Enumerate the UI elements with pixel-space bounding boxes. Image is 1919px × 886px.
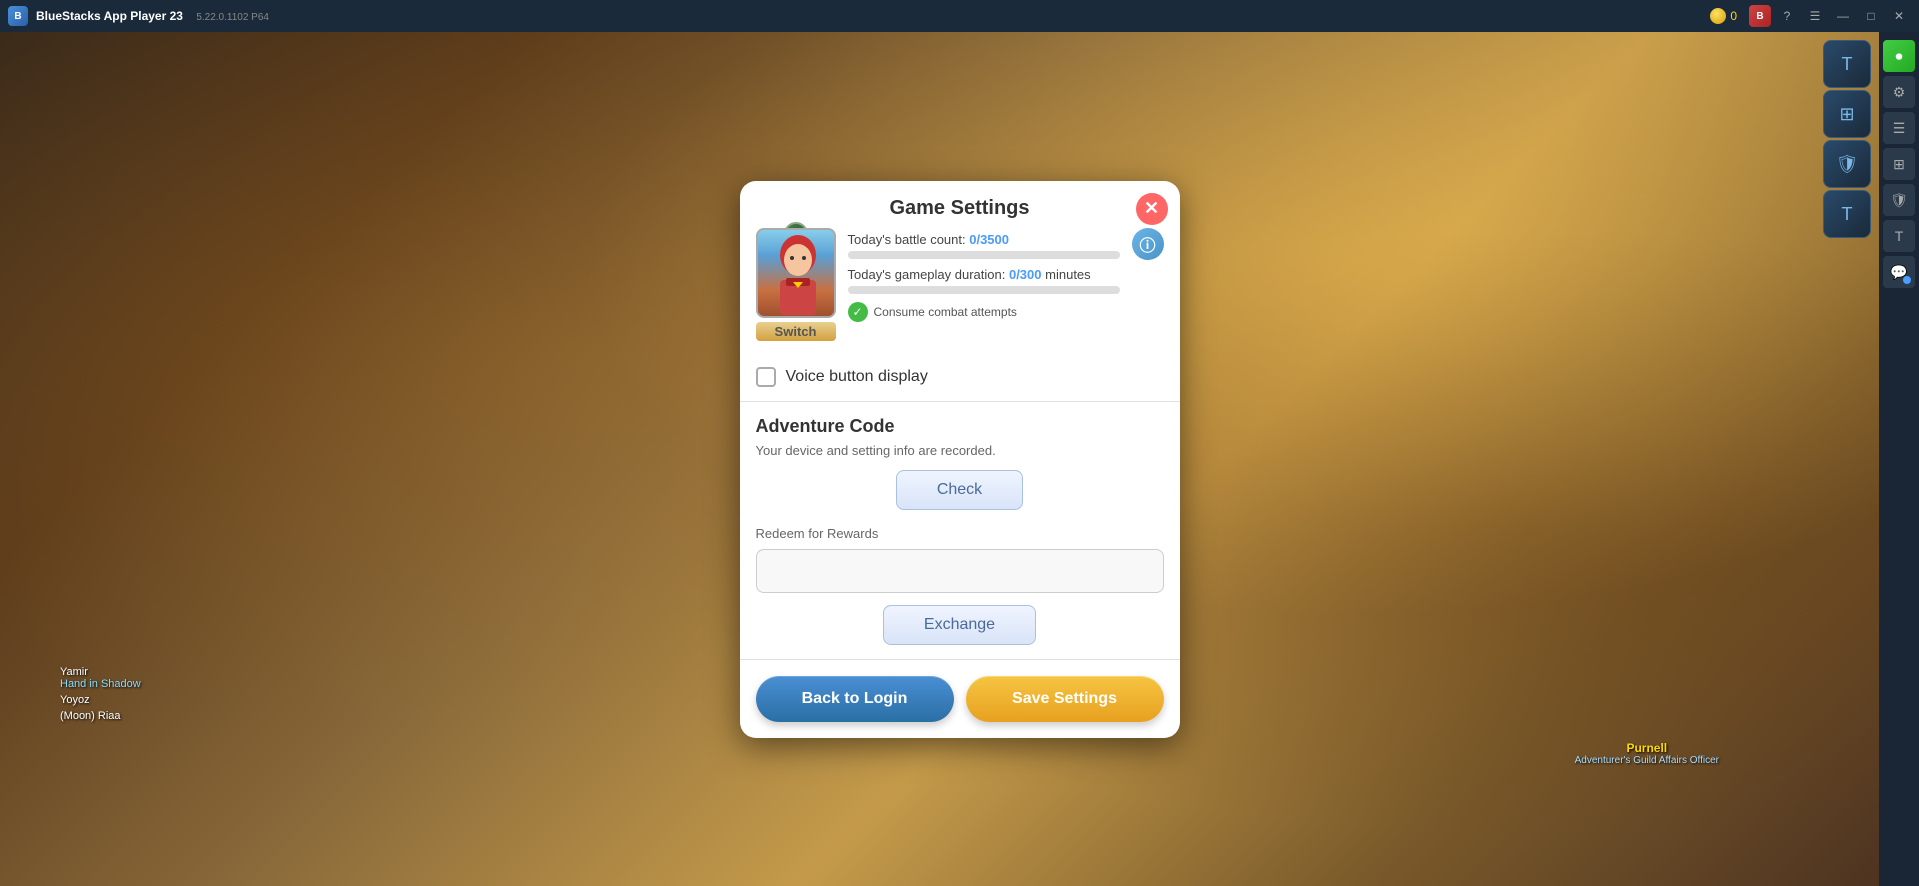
redeem-label: Redeem for Rewards	[756, 526, 1164, 541]
battle-count-value: 0/3500	[969, 232, 1009, 247]
help-button[interactable]: ?	[1775, 6, 1799, 26]
avatar-wrapper: 🦎	[756, 228, 836, 341]
coin-display: 0	[1710, 8, 1737, 24]
stats-section: Today's battle count: 0/3500 Today's gam…	[848, 228, 1120, 322]
modal-overlay: Game Settings ✕ 🦎	[0, 32, 1919, 886]
redeem-input[interactable]	[756, 549, 1164, 593]
voice-button-label: Voice button display	[786, 368, 928, 386]
modal-title: Game Settings	[889, 197, 1029, 219]
titlebar: B BlueStacks App Player 23 5.22.0.1102 P…	[0, 0, 1919, 32]
info-icon: ⓘ	[1139, 232, 1155, 256]
gameplay-duration-value: 0/300	[1009, 267, 1042, 282]
switch-label[interactable]: Switch	[756, 322, 836, 341]
game-settings-modal: Game Settings ✕ 🦎	[740, 181, 1180, 738]
close-button[interactable]: ✕	[1887, 6, 1911, 26]
modal-footer: Back to Login Save Settings	[740, 659, 1180, 738]
gameplay-duration-bar	[848, 286, 1120, 294]
adventure-code-title: Adventure Code	[756, 416, 1164, 437]
titlebar-controls: 0 B ? ☰ — □ ✕	[1710, 5, 1911, 27]
gameplay-duration-label: Today's gameplay duration:	[848, 267, 1009, 282]
coin-count: 0	[1730, 9, 1737, 23]
gameplay-duration-unit: minutes	[1045, 267, 1091, 282]
app-title: BlueStacks App Player 23 5.22.0.1102 P64	[36, 9, 1710, 23]
back-to-login-button[interactable]: Back to Login	[756, 676, 954, 722]
avatar-character-svg	[758, 230, 836, 318]
check-button[interactable]: Check	[896, 470, 1023, 510]
profile-section: 🦎	[740, 228, 1180, 353]
battle-count-label: Today's battle count:	[848, 232, 970, 247]
adventure-code-section: Adventure Code Your device and setting i…	[740, 402, 1180, 659]
profile-avatar	[756, 228, 836, 318]
consume-row: ✓ Consume combat attempts	[848, 302, 1120, 322]
battle-count-bar	[848, 251, 1120, 259]
save-settings-button[interactable]: Save Settings	[966, 676, 1164, 722]
adventure-code-desc: Your device and setting info are recorde…	[756, 443, 1164, 458]
consume-label: Consume combat attempts	[874, 305, 1017, 319]
info-button[interactable]: ⓘ	[1132, 228, 1164, 260]
gameplay-duration-row: Today's gameplay duration: 0/300 minutes	[848, 267, 1120, 282]
modal-close-button[interactable]: ✕	[1136, 193, 1168, 225]
battle-count-row: Today's battle count: 0/3500	[848, 232, 1120, 247]
voice-button-checkbox[interactable]	[756, 367, 776, 387]
user-avatar[interactable]: B	[1749, 5, 1771, 27]
checkmark-icon: ✓	[848, 302, 868, 322]
modal-header: Game Settings ✕	[740, 181, 1180, 228]
minimize-button[interactable]: —	[1831, 6, 1855, 26]
menu-button[interactable]: ☰	[1803, 6, 1827, 26]
coin-icon	[1710, 8, 1726, 24]
app-logo: B	[8, 6, 28, 26]
voice-button-section: Voice button display	[740, 353, 1180, 402]
exchange-button[interactable]: Exchange	[883, 605, 1036, 645]
maximize-button[interactable]: □	[1859, 6, 1883, 26]
